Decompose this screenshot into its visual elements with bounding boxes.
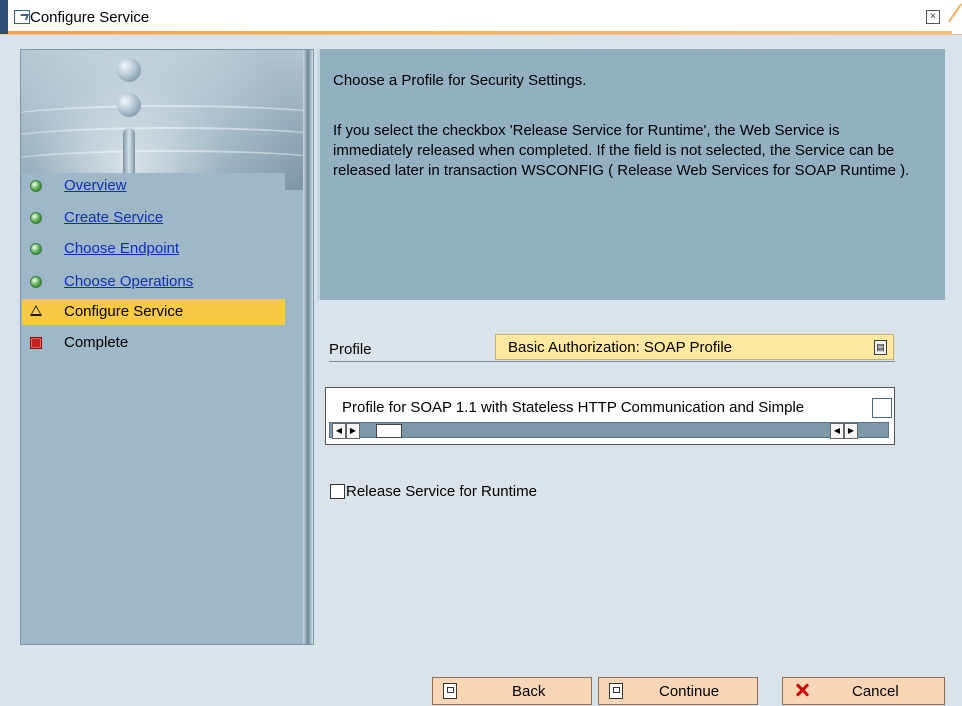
- back-icon: [443, 683, 457, 699]
- profile-description-table: Profile for SOAP 1.1 with Stateless HTTP…: [325, 387, 895, 445]
- wizard-step-create-service[interactable]: Create Service: [22, 205, 285, 231]
- window-title-underline: [8, 31, 952, 34]
- completed-status-icon: [30, 212, 42, 224]
- instruction-panel: Choose a Profile for Security Settings. …: [317, 49, 945, 300]
- sidebar-divider: [303, 50, 313, 644]
- window-corner-accent: [947, 3, 962, 23]
- incomplete-status-icon: [30, 337, 42, 349]
- back-button[interactable]: Back: [432, 677, 592, 705]
- wizard-step-label[interactable]: Choose Operations: [64, 269, 193, 295]
- cancel-button[interactable]: Cancel: [782, 677, 945, 705]
- wizard-step-configure-service: Configure Service: [22, 299, 285, 325]
- horizontal-scrollbar[interactable]: ◀ ▶ ◀ ▶: [329, 422, 889, 439]
- scrollbar-thumb[interactable]: [376, 424, 402, 438]
- wizard-step-choose-operations[interactable]: Choose Operations: [22, 269, 285, 295]
- continue-button-label: Continue: [659, 683, 720, 700]
- completed-status-icon: [30, 180, 42, 192]
- dropdown-icon[interactable]: ▤: [874, 340, 887, 355]
- release-service-label: Release Service for Runtime: [346, 483, 537, 500]
- wizard-step-overview[interactable]: Overview: [22, 173, 285, 199]
- window-title: Configure Service: [30, 9, 150, 26]
- window-title-bar: Configure Service ×: [0, 0, 962, 35]
- profile-selected-value: Basic Authorization: SOAP Profile: [508, 339, 733, 356]
- cancel-button-label: Cancel: [852, 683, 899, 700]
- completed-status-icon: [30, 243, 42, 255]
- wizard-step-complete: Complete: [22, 330, 285, 356]
- water-drop-icon: [117, 93, 141, 117]
- wizard-step-label: Configure Service: [64, 303, 184, 320]
- cancel-icon: [795, 682, 809, 698]
- window-accent-bar: [0, 0, 8, 34]
- scroll-right-icon[interactable]: ▶: [844, 423, 858, 439]
- release-service-checkbox[interactable]: [330, 484, 345, 499]
- wizard-step-label[interactable]: Create Service: [64, 205, 163, 231]
- wizard-step-label[interactable]: Choose Endpoint: [64, 236, 179, 262]
- completed-status-icon: [30, 276, 42, 288]
- wizard-step-list: Overview Create Service Choose Endpoint …: [22, 173, 285, 634]
- close-icon[interactable]: ×: [926, 10, 940, 24]
- wizard-step-choose-endpoint[interactable]: Choose Endpoint: [22, 236, 285, 262]
- continue-icon: [609, 683, 623, 699]
- scroll-right-icon[interactable]: ▶: [346, 423, 360, 439]
- wizard-footer: Back Continue Cancel: [0, 648, 962, 706]
- instruction-text: If you select the checkbox 'Release Serv…: [333, 122, 910, 179]
- profile-label: Profile: [329, 341, 372, 358]
- profile-description: Profile for SOAP 1.1 with Stateless HTTP…: [342, 399, 805, 416]
- water-drop-icon: [117, 58, 141, 82]
- back-button-label: Back: [512, 683, 546, 700]
- wizard-step-label: Complete: [64, 334, 129, 351]
- wizard-step-label[interactable]: Overview: [64, 173, 127, 199]
- profile-select-checkbox[interactable]: [872, 398, 892, 418]
- profile-row-divider: [329, 361, 895, 362]
- warning-status-icon: [30, 305, 42, 316]
- scroll-left-icon[interactable]: ◀: [830, 423, 844, 439]
- instruction-heading: Choose a Profile for Security Settings.: [333, 72, 587, 89]
- scroll-left-icon[interactable]: ◀: [332, 423, 346, 439]
- profile-dropdown[interactable]: Basic Authorization: SOAP Profile ▤: [495, 334, 894, 360]
- configure-service-icon: [14, 10, 30, 24]
- continue-button[interactable]: Continue: [598, 677, 758, 705]
